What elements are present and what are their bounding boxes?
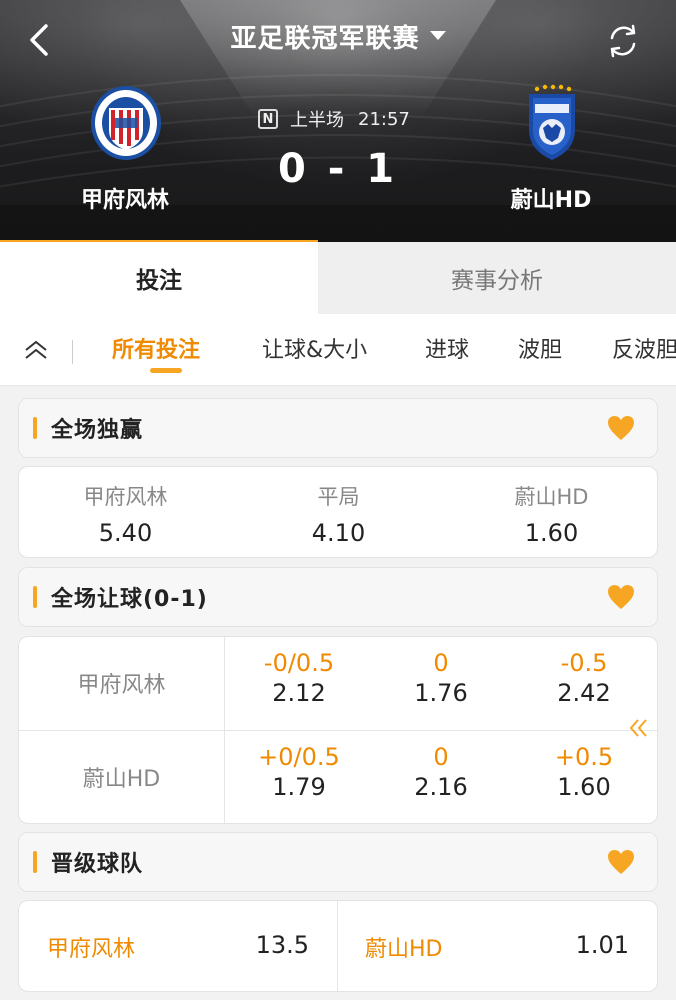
qualify-option-away[interactable]: 蔚山HD 1.01 [337, 901, 657, 991]
divider [72, 340, 73, 364]
section-title: 全场让球(0-1) [51, 587, 208, 612]
odds-draw[interactable]: 平局 4.10 [232, 481, 445, 547]
handicap-odds-cell[interactable]: -0/0.5 2.12 [229, 649, 369, 707]
tab-reverse-correct-score[interactable]: 反波胆 [612, 332, 676, 364]
refresh-icon[interactable] [604, 22, 642, 60]
tab-correct-score[interactable]: 波胆 [518, 332, 562, 364]
match-clock: 21:57 [358, 108, 410, 130]
away-team-name: 蔚山HD [510, 188, 592, 213]
competition-title-text[interactable]: 亚足联冠军联赛 [230, 18, 419, 55]
market-handicap: 甲府风林 -0/0.5 2.12 0 1.76 -0.5 2.42 蔚山HD +… [18, 636, 658, 824]
handicap-line: -0/0.5 [263, 649, 335, 677]
main-tabs: 投注 赛事分析 [0, 242, 676, 314]
option-label: 蔚山HD [514, 485, 589, 509]
odds-value: 5.40 [98, 519, 153, 547]
odds-home-win[interactable]: 甲府风林 5.40 [19, 481, 232, 547]
neutral-venue-badge: N [258, 109, 278, 129]
section-accent-bar [33, 586, 37, 608]
section-header-handicap[interactable]: 全场让球(0-1) [18, 567, 658, 627]
section-header-match-winner[interactable]: 全场独赢 [18, 398, 658, 458]
odds-value: 1.60 [557, 773, 611, 801]
home-team-name: 甲府风林 [80, 188, 169, 213]
odds-value: 13.5 [255, 931, 309, 959]
tab-goals[interactable]: 进球 [425, 332, 469, 364]
odds-value: 4.10 [311, 519, 366, 547]
odds-value: 1.79 [272, 773, 326, 801]
option-label: 平局 [317, 485, 360, 509]
market-qualify: 甲府风林 13.5 蔚山HD 1.01 [18, 900, 658, 992]
handicap-line: 0 [433, 649, 449, 677]
home-team-crest-icon [91, 86, 161, 160]
handicap-line: +0.5 [554, 743, 614, 771]
handicap-odds-cell[interactable]: -0.5 2.42 [514, 649, 654, 707]
sub-tab-underline [150, 368, 182, 373]
match-header: 亚足联冠军联赛 甲府风林 蔚山HD N 上半场 21:57 0 - 1 [0, 0, 676, 242]
market-match-winner: 甲府风林 5.40 平局 4.10 蔚山HD 1.60 [18, 466, 658, 558]
odds-value: 1.60 [524, 519, 579, 547]
collapse-chevron-icon[interactable] [22, 336, 50, 364]
option-label: 甲府风林 [83, 485, 168, 509]
tab-betting[interactable]: 投注 [0, 242, 318, 314]
odds-value: 2.16 [414, 773, 468, 801]
section-header-qualify[interactable]: 晋级球队 [18, 832, 658, 892]
away-team-crest-icon [529, 84, 575, 160]
handicap-team-label: 甲府风林 [77, 673, 166, 698]
favorite-heart-icon[interactable] [607, 849, 635, 875]
handicap-odds-cell[interactable]: +0.5 1.60 [514, 743, 654, 801]
match-half: 上半场 [290, 110, 344, 131]
section-title: 晋级球队 [51, 852, 144, 877]
odds-value: 1.01 [575, 931, 629, 959]
odds-value: 1.76 [414, 679, 468, 707]
qualify-team: 甲府风林 [47, 937, 136, 962]
favorite-heart-icon[interactable] [607, 584, 635, 610]
match-status: N 上半场 21:57 [258, 106, 410, 132]
handicap-line: 0 [433, 743, 449, 771]
handicap-line: -0.5 [560, 649, 608, 677]
tab-all-bets[interactable]: 所有投注 [112, 332, 200, 364]
tab-match-analysis[interactable]: 赛事分析 [318, 242, 676, 314]
section-title: 全场独赢 [51, 418, 144, 443]
qualify-option-home[interactable]: 甲府风林 13.5 [19, 901, 337, 991]
section-accent-bar [33, 417, 37, 439]
double-chevron-left-icon[interactable] [626, 716, 654, 740]
odds-value: 2.12 [272, 679, 326, 707]
caret-down-icon[interactable] [429, 31, 446, 40]
favorite-heart-icon[interactable] [607, 415, 635, 441]
section-accent-bar [33, 851, 37, 873]
handicap-odds-cell[interactable]: 0 1.76 [371, 649, 511, 707]
match-score: 0 - 1 [277, 146, 399, 192]
handicap-line: +0/0.5 [258, 743, 340, 771]
market-tabs: 所有投注 让球&大小 进球 波胆 反波胆 [0, 314, 676, 386]
odds-value: 2.42 [557, 679, 611, 707]
handicap-odds-cell[interactable]: +0/0.5 1.79 [229, 743, 369, 801]
handicap-team-label: 蔚山HD [82, 767, 161, 792]
qualify-team: 蔚山HD [365, 937, 443, 962]
tab-handicap-over-under[interactable]: 让球&大小 [262, 332, 367, 364]
odds-away-win[interactable]: 蔚山HD 1.60 [445, 481, 658, 547]
competition-title[interactable]: 亚足联冠军联赛 [0, 18, 676, 55]
handicap-odds-cell[interactable]: 0 2.16 [371, 743, 511, 801]
